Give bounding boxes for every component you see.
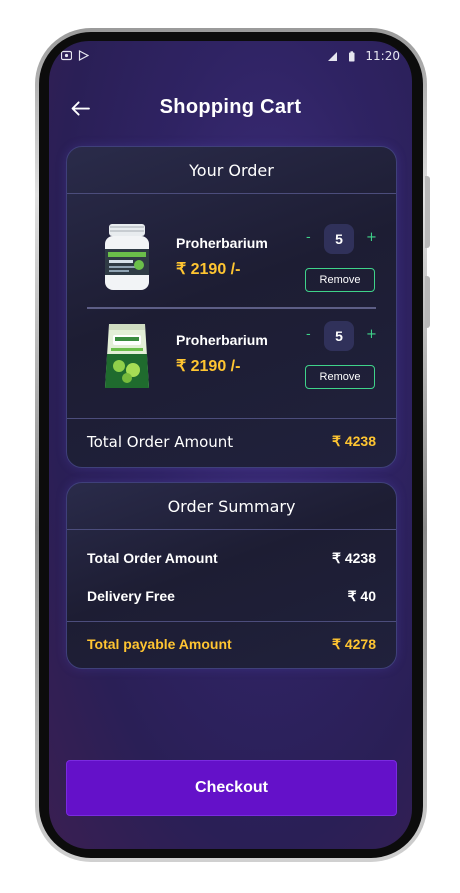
status-time: 11:20 — [365, 49, 400, 63]
summary-card: Order Summary Total Order Amount ₹ 4238 … — [66, 482, 397, 669]
item-name: Proherbarium — [176, 332, 268, 348]
cart-item: Proherbarium ₹ 2190 /- - 5 + Remove — [67, 306, 396, 402]
summary-row-label: Delivery Free — [87, 588, 175, 604]
volume-button — [425, 176, 430, 248]
quantity-increase-button[interactable]: + — [366, 327, 377, 342]
order-total-value: ₹ 4238 — [332, 433, 376, 449]
header: Shopping Cart — [49, 91, 412, 125]
checkout-button[interactable]: Checkout — [66, 760, 397, 816]
power-button — [425, 276, 430, 328]
summary-row-value: ₹ 4238 — [332, 550, 376, 566]
payable-row: Total payable Amount ₹ 4278 — [87, 636, 376, 652]
play-store-icon — [78, 50, 90, 61]
product-pouch-icon — [97, 320, 157, 392]
payable-value: ₹ 4278 — [332, 636, 376, 652]
item-price: ₹ 2190 /- — [176, 358, 241, 375]
quantity-value[interactable]: 5 — [324, 224, 354, 254]
summary-card-title: Order Summary — [67, 483, 396, 530]
summary-divider — [67, 621, 396, 622]
app-screen: 11:20 Shopping Cart Your Order Proherbar… — [49, 41, 412, 849]
remove-button[interactable]: Remove — [305, 365, 375, 389]
notification-icon — [60, 50, 73, 61]
order-card-title: Your Order — [67, 147, 396, 194]
quantity-decrease-button[interactable]: - — [306, 230, 311, 245]
quantity-decrease-button[interactable]: - — [306, 327, 311, 342]
order-card: Your Order Proherbarium ₹ 2190 /- - 5 + … — [66, 146, 397, 468]
page-title: Shopping Cart — [159, 96, 302, 118]
product-bottle-icon — [97, 221, 157, 293]
quantity-value[interactable]: 5 — [324, 321, 354, 351]
payable-label: Total payable Amount — [87, 636, 232, 652]
cart-item: Proherbarium ₹ 2190 /- - 5 + Remove — [67, 209, 396, 305]
summary-row-value: ₹ 40 — [347, 588, 376, 604]
summary-row: Delivery Free ₹ 40 — [87, 588, 376, 604]
summary-row: Total Order Amount ₹ 4238 — [87, 550, 376, 566]
battery-icon — [346, 50, 357, 62]
remove-button[interactable]: Remove — [305, 268, 375, 292]
order-total-label: Total Order Amount — [87, 433, 234, 451]
status-bar: 11:20 — [49, 41, 412, 71]
item-price: ₹ 2190 /- — [176, 261, 241, 278]
item-name: Proherbarium — [176, 235, 268, 251]
signal-icon — [327, 51, 338, 62]
quantity-increase-button[interactable]: + — [366, 230, 377, 245]
order-total-row: Total Order Amount ₹ 4238 — [67, 418, 396, 467]
summary-row-label: Total Order Amount — [87, 550, 218, 566]
